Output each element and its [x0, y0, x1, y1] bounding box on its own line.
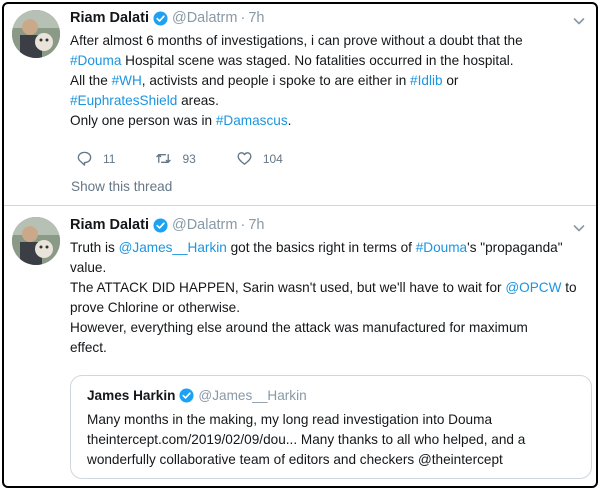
tweet-text-line: value.: [70, 258, 590, 278]
tweet-text-line: prove Chlorine or otherwise.: [70, 298, 590, 318]
verified-badge-icon: [153, 10, 168, 26]
text-segment: , activists and people i spoke to are ei…: [141, 73, 411, 88]
text-segment: prove Chlorine or otherwise.: [70, 300, 241, 315]
separator-dot: ·: [240, 217, 246, 233]
text-segment: value.: [70, 260, 107, 275]
retweet-button[interactable]: 93: [155, 150, 196, 167]
author-name[interactable]: Riam Dalati: [70, 10, 149, 26]
tweet-actions: 11 93 104: [76, 150, 323, 167]
tweet[interactable]: Riam Dalati @Dalatrm · 7h Truth is @Jame…: [4, 207, 596, 486]
chevron-down-icon[interactable]: [572, 221, 586, 235]
quoted-author-handle[interactable]: @James__Harkin: [198, 388, 306, 403]
tweet-text-line: Only one person was in #Damascus.: [70, 111, 590, 131]
verified-badge-icon: [153, 217, 168, 233]
text-segment: After almost 6 months of investigations,…: [70, 33, 523, 48]
text-segment: All the: [70, 73, 112, 88]
mention-link[interactable]: @James__Harkin: [119, 240, 227, 255]
quoted-text-line: wonderfully collaborative team of editor…: [87, 452, 503, 467]
mention-link[interactable]: @OPCW: [505, 280, 561, 295]
chevron-down-icon[interactable]: [572, 14, 586, 28]
quoted-tweet-text: Many months in the making, my long read …: [87, 410, 583, 470]
tweet-header: Riam Dalati @Dalatrm · 7h: [70, 10, 264, 26]
tweet-text-line: The ATTACK DID HAPPEN, Sarin wasn't used…: [70, 278, 590, 298]
text-segment: Hospital scene was staged. No fatalities…: [121, 53, 514, 68]
hashtag-link[interactable]: #EuphratesShield: [70, 93, 177, 108]
screenshot-frame: Riam Dalati @Dalatrm · 7h After almost 6…: [2, 2, 598, 488]
tweet-text-line: After almost 6 months of investigations,…: [70, 31, 590, 51]
like-count: 104: [262, 151, 283, 166]
tweet-text-line: All the #WH, activists and people i spok…: [70, 71, 590, 91]
avatar[interactable]: [12, 10, 60, 58]
quoted-text-line: theintercept.com/2019/02/09/dou... Many …: [87, 432, 526, 447]
hashtag-link[interactable]: #Damascus: [216, 113, 288, 128]
author-handle[interactable]: @Dalatrm: [172, 10, 237, 26]
reply-icon: [76, 150, 103, 167]
text-segment: 's "propaganda": [467, 240, 563, 255]
hashtag-link[interactable]: #Douma: [416, 240, 467, 255]
text-segment: However, everything else around the atta…: [70, 320, 528, 335]
reply-count: 11: [103, 151, 116, 166]
tweet[interactable]: Riam Dalati @Dalatrm · 7h After almost 6…: [4, 4, 596, 206]
text-segment: got the basics right in terms of: [226, 240, 416, 255]
verified-badge-icon: [179, 388, 194, 403]
text-segment: to: [561, 280, 577, 295]
text-segment: The ATTACK DID HAPPEN, Sarin wasn't used…: [70, 280, 506, 295]
quoted-author-name[interactable]: James Harkin: [87, 388, 175, 403]
retweet-count: 93: [182, 151, 196, 166]
tweet-text: Truth is @James__Harkin got the basics r…: [70, 238, 590, 358]
tweet-text-line: effect.: [70, 338, 590, 358]
like-button[interactable]: 104: [236, 150, 283, 167]
separator-dot: ·: [240, 10, 246, 26]
show-thread-link[interactable]: Show this thread: [71, 179, 172, 194]
tweet-text-line: #Douma Hospital scene was staged. No fat…: [70, 51, 590, 71]
tweet-text-line: Truth is @James__Harkin got the basics r…: [70, 238, 590, 258]
text-segment: effect.: [70, 340, 107, 355]
author-name[interactable]: Riam Dalati: [70, 217, 149, 233]
hashtag-link[interactable]: #WH: [112, 73, 142, 88]
hashtag-link[interactable]: #Douma: [70, 53, 121, 68]
timestamp[interactable]: 7h: [248, 217, 264, 233]
tweet-header: Riam Dalati @Dalatrm · 7h: [70, 217, 264, 233]
avatar[interactable]: [12, 217, 60, 265]
reply-button[interactable]: 11: [76, 150, 115, 167]
quoted-tweet[interactable]: James Harkin @James__Harkin Many months …: [70, 375, 592, 479]
quoted-text-line: Many months in the making, my long read …: [87, 412, 492, 427]
timestamp[interactable]: 7h: [248, 10, 264, 26]
text-segment: areas.: [177, 93, 219, 108]
retweet-icon: [155, 150, 182, 167]
text-segment: or: [442, 73, 459, 88]
like-icon: [236, 150, 263, 167]
tweet-text-line: However, everything else around the atta…: [70, 318, 590, 338]
text-segment: Truth is: [70, 240, 119, 255]
text-segment: .: [287, 113, 292, 128]
tweet-text-line: #EuphratesShield areas.: [70, 91, 590, 111]
author-handle[interactable]: @Dalatrm: [172, 217, 237, 233]
quoted-tweet-header: James Harkin @James__Harkin: [87, 388, 307, 403]
hashtag-link[interactable]: #Idlib: [410, 73, 443, 88]
tweet-text: After almost 6 months of investigations,…: [70, 31, 590, 131]
text-segment: Only one person was in: [70, 113, 216, 128]
